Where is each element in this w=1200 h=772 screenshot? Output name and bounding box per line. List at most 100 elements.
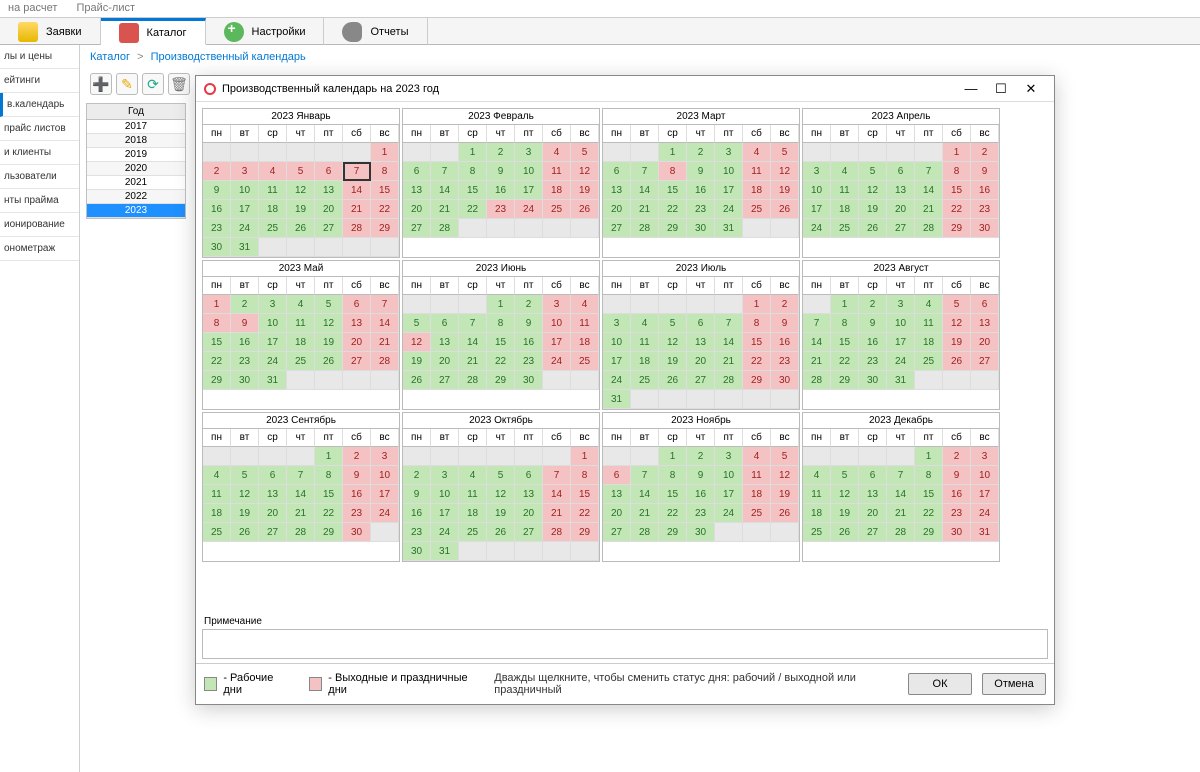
- day-cell[interactable]: 21: [915, 200, 943, 219]
- note-textarea[interactable]: [202, 629, 1048, 659]
- day-cell[interactable]: [571, 371, 599, 390]
- day-cell[interactable]: 12: [287, 181, 315, 200]
- day-cell[interactable]: 14: [715, 333, 743, 352]
- day-cell[interactable]: 27: [859, 523, 887, 542]
- day-cell[interactable]: 31: [887, 371, 915, 390]
- day-cell[interactable]: 20: [603, 200, 631, 219]
- day-cell[interactable]: 9: [859, 314, 887, 333]
- day-cell[interactable]: [543, 371, 571, 390]
- year-row[interactable]: 2023: [87, 204, 185, 218]
- day-cell[interactable]: 26: [659, 371, 687, 390]
- day-cell[interactable]: 23: [487, 200, 515, 219]
- day-cell[interactable]: [543, 447, 571, 466]
- day-cell[interactable]: 6: [859, 466, 887, 485]
- day-cell[interactable]: 30: [971, 219, 999, 238]
- day-cell[interactable]: 5: [287, 162, 315, 181]
- day-cell[interactable]: 7: [887, 466, 915, 485]
- day-cell[interactable]: 8: [943, 162, 971, 181]
- day-cell[interactable]: [371, 371, 399, 390]
- day-cell[interactable]: [631, 390, 659, 409]
- day-cell[interactable]: 5: [571, 143, 599, 162]
- day-cell[interactable]: 26: [287, 219, 315, 238]
- day-cell[interactable]: 22: [371, 200, 399, 219]
- day-cell[interactable]: 5: [403, 314, 431, 333]
- day-cell[interactable]: 25: [743, 504, 771, 523]
- day-cell[interactable]: 17: [259, 333, 287, 352]
- day-cell[interactable]: 17: [715, 485, 743, 504]
- day-cell[interactable]: 2: [971, 143, 999, 162]
- day-cell[interactable]: 4: [743, 447, 771, 466]
- day-cell[interactable]: 27: [887, 219, 915, 238]
- day-cell[interactable]: 1: [315, 447, 343, 466]
- add-button[interactable]: ➕: [90, 73, 112, 95]
- day-cell[interactable]: 8: [915, 466, 943, 485]
- day-cell[interactable]: 27: [315, 219, 343, 238]
- day-cell[interactable]: 7: [631, 162, 659, 181]
- day-cell[interactable]: 9: [515, 314, 543, 333]
- day-cell[interactable]: 28: [915, 219, 943, 238]
- day-cell[interactable]: 29: [315, 523, 343, 542]
- day-cell[interactable]: 30: [343, 523, 371, 542]
- day-cell[interactable]: [259, 143, 287, 162]
- day-cell[interactable]: [403, 143, 431, 162]
- day-cell[interactable]: 10: [971, 466, 999, 485]
- day-cell[interactable]: 9: [203, 181, 231, 200]
- day-cell[interactable]: [571, 219, 599, 238]
- day-cell[interactable]: 26: [231, 523, 259, 542]
- day-cell[interactable]: [459, 447, 487, 466]
- day-cell[interactable]: 11: [259, 181, 287, 200]
- day-cell[interactable]: 6: [603, 162, 631, 181]
- day-cell[interactable]: 14: [887, 485, 915, 504]
- day-cell[interactable]: 26: [403, 371, 431, 390]
- day-cell[interactable]: 18: [571, 333, 599, 352]
- day-cell[interactable]: 8: [571, 466, 599, 485]
- day-cell[interactable]: 30: [687, 523, 715, 542]
- day-cell[interactable]: [231, 447, 259, 466]
- day-cell[interactable]: 12: [315, 314, 343, 333]
- day-cell[interactable]: 2: [771, 295, 799, 314]
- day-cell[interactable]: 21: [287, 504, 315, 523]
- day-cell[interactable]: 7: [915, 162, 943, 181]
- day-cell[interactable]: [287, 238, 315, 257]
- day-cell[interactable]: 28: [803, 371, 831, 390]
- day-cell[interactable]: 13: [315, 181, 343, 200]
- day-cell[interactable]: 2: [687, 143, 715, 162]
- day-cell[interactable]: [771, 523, 799, 542]
- delete-button[interactable]: 🗑: [168, 73, 190, 95]
- day-cell[interactable]: 14: [287, 485, 315, 504]
- day-cell[interactable]: 16: [971, 181, 999, 200]
- day-cell[interactable]: 21: [715, 352, 743, 371]
- day-cell[interactable]: [487, 542, 515, 561]
- day-cell[interactable]: 8: [487, 314, 515, 333]
- day-cell[interactable]: 24: [715, 200, 743, 219]
- day-cell[interactable]: 1: [659, 447, 687, 466]
- day-cell[interactable]: 16: [687, 181, 715, 200]
- sidebar-item[interactable]: нты прайма: [0, 189, 79, 213]
- day-cell[interactable]: 21: [887, 504, 915, 523]
- day-cell[interactable]: [803, 143, 831, 162]
- day-cell[interactable]: 7: [543, 466, 571, 485]
- day-cell[interactable]: [743, 523, 771, 542]
- day-cell[interactable]: 12: [571, 162, 599, 181]
- day-cell[interactable]: 10: [715, 162, 743, 181]
- day-cell[interactable]: 11: [631, 333, 659, 352]
- day-cell[interactable]: 26: [315, 352, 343, 371]
- day-cell[interactable]: 11: [287, 314, 315, 333]
- day-cell[interactable]: 8: [203, 314, 231, 333]
- day-cell[interactable]: 27: [515, 523, 543, 542]
- day-cell[interactable]: 23: [403, 523, 431, 542]
- day-cell[interactable]: 24: [543, 352, 571, 371]
- day-cell[interactable]: [771, 219, 799, 238]
- day-cell[interactable]: 25: [803, 523, 831, 542]
- day-cell[interactable]: [487, 219, 515, 238]
- day-cell[interactable]: 30: [771, 371, 799, 390]
- tab-reports[interactable]: Отчеты: [324, 18, 427, 45]
- day-cell[interactable]: 19: [287, 200, 315, 219]
- day-cell[interactable]: [315, 371, 343, 390]
- day-cell[interactable]: 20: [515, 504, 543, 523]
- day-cell[interactable]: 7: [715, 314, 743, 333]
- day-cell[interactable]: 27: [971, 352, 999, 371]
- day-cell[interactable]: 24: [715, 504, 743, 523]
- day-cell[interactable]: 16: [203, 200, 231, 219]
- day-cell[interactable]: 25: [287, 352, 315, 371]
